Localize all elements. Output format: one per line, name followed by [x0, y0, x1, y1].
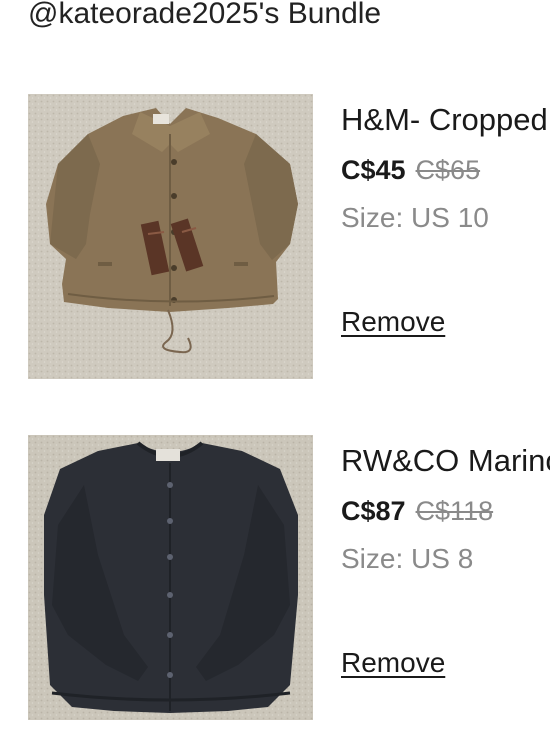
- current-price: C$87: [341, 496, 406, 526]
- item-photo-jacket[interactable]: [28, 94, 313, 379]
- bundle-title: @kateorade2025's Bundle: [28, 0, 382, 30]
- current-price: C$45: [341, 155, 406, 185]
- remove-button[interactable]: Remove: [341, 304, 445, 340]
- bundle-item: H&M- Cropped C$45 C$65 Size: US 10 Remove: [0, 94, 550, 379]
- remove-button[interactable]: Remove: [341, 645, 445, 681]
- item-size: Size: US 8: [341, 543, 474, 574]
- price-row: C$45 C$65: [341, 152, 480, 188]
- bundle-item: RW&CO Marino C$87 C$118 Size: US 8 Remove: [0, 435, 550, 720]
- jacket-image: [28, 94, 313, 379]
- cardigan-image: [28, 435, 313, 720]
- item-info: RW&CO Marino C$87 C$118 Size: US 8 Remove: [341, 435, 550, 720]
- item-info: H&M- Cropped C$45 C$65 Size: US 10 Remove: [341, 94, 550, 379]
- price-row: C$87 C$118: [341, 493, 493, 529]
- item-photo-cardigan[interactable]: [28, 435, 313, 720]
- item-title[interactable]: H&M- Cropped: [341, 100, 548, 140]
- item-title[interactable]: RW&CO Marino: [341, 441, 550, 481]
- original-price: C$65: [415, 155, 481, 185]
- bundle-page: @kateorade2025's Bundle H&M- Cropped C$4…: [0, 0, 550, 733]
- original-price: C$118: [415, 496, 494, 526]
- item-size: Size: US 10: [341, 202, 489, 233]
